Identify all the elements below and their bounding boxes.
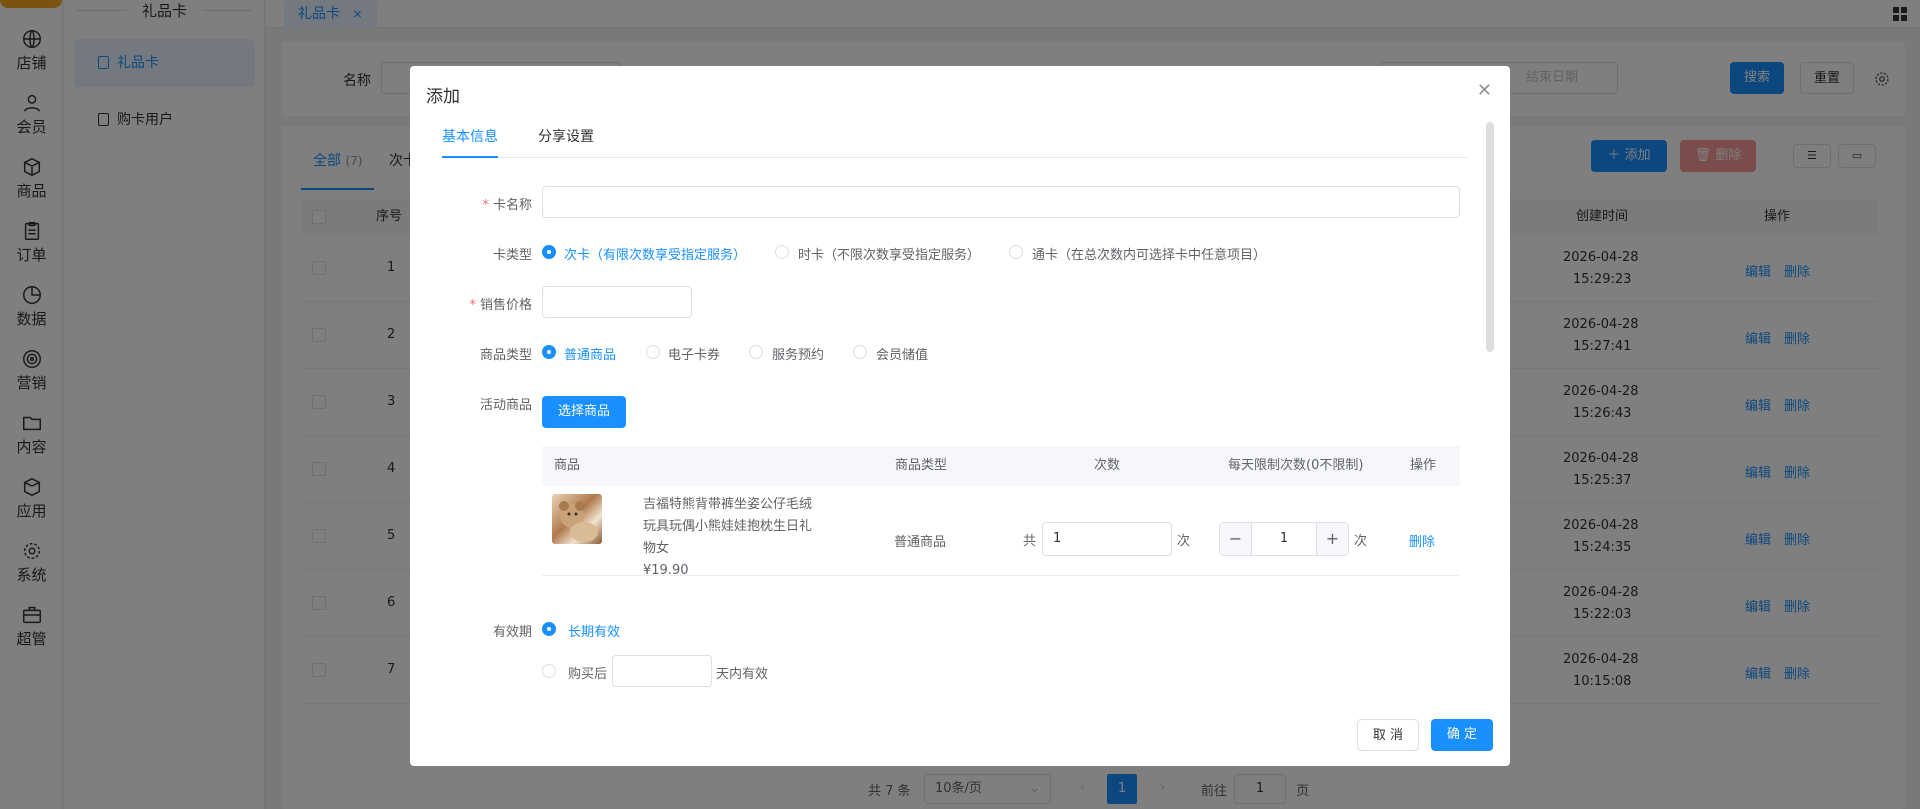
cancel-button[interactable]: 取 消 — [1357, 719, 1419, 751]
goods-name-line: 物女 — [643, 541, 670, 556]
card-name-label: * 卡名称 — [422, 194, 532, 213]
goods-col-action: 操作 — [1410, 458, 1437, 473]
card-type-radio-general[interactable] — [1009, 245, 1023, 259]
goods-type-value: 普通商品 — [894, 535, 947, 550]
card-name-label-text: 卡名称 — [492, 198, 532, 213]
increment-button[interactable]: + — [1316, 523, 1348, 555]
teddy-bear-image — [559, 501, 598, 542]
count-input[interactable]: 1 — [1042, 522, 1172, 556]
select-goods-button[interactable]: 选择商品 — [542, 396, 626, 428]
validity-after-prefix: 购买后 — [568, 667, 608, 682]
goods-col-name: 商品 — [554, 458, 581, 473]
goods-type-normal-label[interactable]: 普通商品 — [564, 344, 616, 363]
goods-type-ecoupon-label[interactable]: 电子卡券 — [668, 344, 720, 363]
goods-type-label: 商品类型 — [479, 348, 532, 363]
card-type-radio-times[interactable] — [542, 245, 556, 259]
dialog-tabs: 基本信息 分享设置 — [442, 118, 1467, 158]
daily-limit-stepper: − 1 + — [1219, 522, 1349, 556]
validity-label: 有效期 — [492, 625, 532, 640]
daily-suffix: 次 — [1354, 534, 1368, 549]
card-type-time-label[interactable]: 时卡（不限次数享受指定服务） — [798, 244, 980, 263]
dialog-title: 添加 — [426, 87, 460, 107]
confirm-button[interactable]: 确 定 — [1431, 719, 1493, 751]
decrement-button[interactable]: − — [1220, 523, 1252, 555]
goods-type-radio-normal[interactable] — [542, 345, 556, 359]
goods-name-line: 玩具玩偶小熊娃娃抱枕生日礼 — [643, 519, 813, 534]
card-type-times-label[interactable]: 次卡（有限次数享受指定服务） — [564, 244, 746, 263]
validity-long-label[interactable]: 长期有效 — [568, 621, 620, 640]
close-icon[interactable]: ✕ — [1477, 80, 1492, 101]
validity-radio-days[interactable] — [542, 664, 556, 678]
price-label-text: 销售价格 — [479, 298, 532, 313]
add-gift-card-dialog: 添加 ✕ 基本信息 分享设置 * 卡名称 卡类型 次卡（有限次数享受指定服务） 时… — [410, 66, 1510, 766]
scrollbar[interactable] — [1486, 122, 1494, 352]
required-mark: * — [482, 198, 489, 213]
validity-after-suffix: 天内有效 — [716, 667, 769, 682]
count-prefix: 共 — [1023, 534, 1037, 549]
goods-thumbnail — [552, 494, 602, 544]
card-type-general-label[interactable]: 通卡（在总次数内可选择卡中任意项目） — [1032, 244, 1266, 263]
card-type-label: 卡类型 — [492, 248, 532, 263]
goods-name: 吉福特熊背带裤坐姿公仔毛绒 玩具玩偶小熊娃娃抱枕生日礼 物女 ¥19.90 — [643, 494, 818, 582]
tab-basic-info[interactable]: 基本信息 — [442, 126, 498, 146]
price-input[interactable] — [542, 286, 692, 318]
price-label: * 销售价格 — [422, 294, 532, 313]
daily-limit-value[interactable]: 1 — [1252, 523, 1316, 555]
validity-days-input[interactable] — [612, 655, 712, 687]
goods-name-line: 吉福特熊背带裤坐姿公仔毛绒 — [643, 497, 813, 512]
card-type-radio-time[interactable] — [775, 245, 789, 259]
goods-type-stored-value-label[interactable]: 会员储值 — [876, 344, 928, 363]
validity-radio-long[interactable] — [542, 622, 556, 636]
goods-type-radio-stored-value[interactable] — [853, 345, 867, 359]
tab-share-settings[interactable]: 分享设置 — [538, 126, 594, 146]
goods-type-radio-service[interactable] — [749, 345, 763, 359]
goods-col-count: 次数 — [1094, 458, 1121, 473]
activity-goods-label: 活动商品 — [479, 398, 532, 413]
goods-col-type: 商品类型 — [895, 458, 948, 473]
count-suffix: 次 — [1177, 534, 1191, 549]
required-mark: * — [469, 298, 476, 313]
remove-goods-link[interactable]: 删除 — [1409, 531, 1435, 550]
active-tab-indicator — [442, 156, 498, 158]
card-name-input[interactable] — [542, 186, 1460, 218]
goods-col-daily-limit: 每天限制次数(0不限制) — [1228, 458, 1364, 473]
goods-table-header: 商品 商品类型 次数 每天限制次数(0不限制) 操作 — [542, 446, 1460, 486]
goods-type-service-label[interactable]: 服务预约 — [772, 344, 824, 363]
goods-price: ¥19.90 — [643, 563, 689, 578]
goods-type-radio-ecoupon[interactable] — [646, 345, 660, 359]
